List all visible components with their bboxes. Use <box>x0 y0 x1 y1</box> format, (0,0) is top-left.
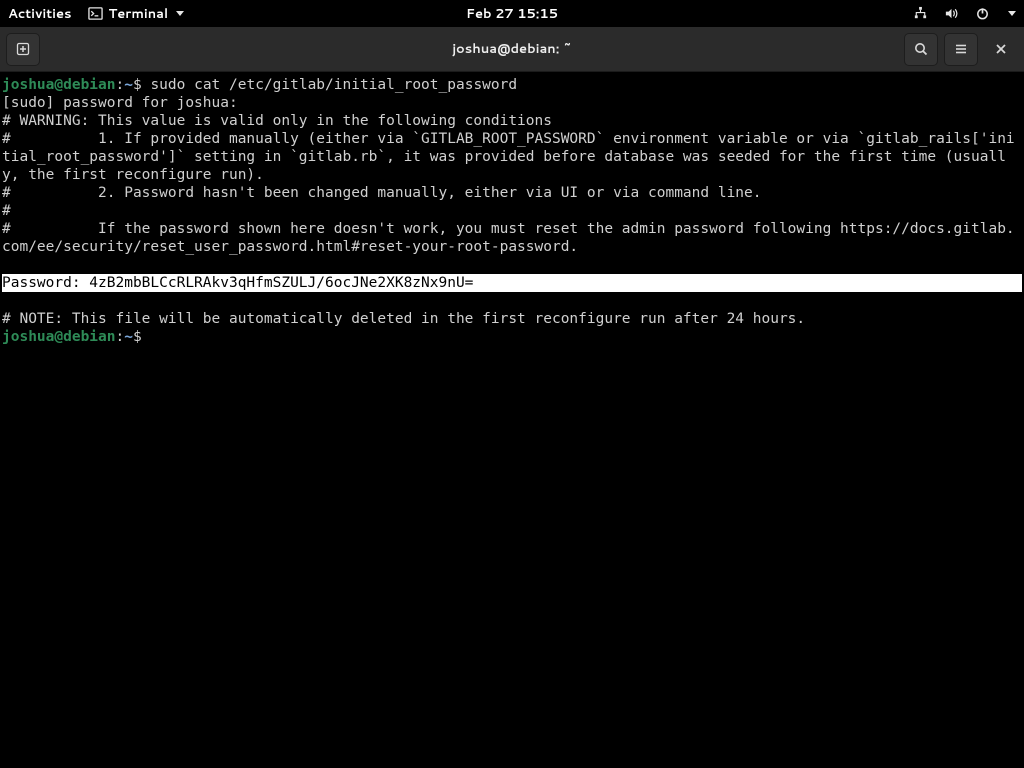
gnome-top-panel: Activities Terminal Feb 27 15:15 <box>0 0 1024 27</box>
new-tab-button[interactable] <box>6 33 40 66</box>
prompt-dollar: $ <box>133 329 150 345</box>
password-line: Password: 4zB2mbBLCcRLRAkv3qHfmSZULJ/6oc… <box>2 274 1022 292</box>
hamburger-icon <box>953 41 969 57</box>
terminal-icon <box>88 6 103 21</box>
output-line: [sudo] password for joshua: <box>2 95 238 111</box>
chevron-down-icon <box>1008 11 1016 16</box>
clock-label: Feb 27 15:15 <box>466 5 558 23</box>
menu-button[interactable] <box>944 33 978 66</box>
power-icon <box>975 6 990 21</box>
volume-icon <box>944 6 959 21</box>
chevron-down-icon <box>176 11 184 16</box>
app-menu-label: Terminal <box>109 5 169 23</box>
prompt-dollar: $ <box>133 77 150 93</box>
app-menu[interactable]: Terminal <box>88 5 185 23</box>
terminal-viewport[interactable]: joshua@debian:~$ sudo cat /etc/gitlab/in… <box>0 72 1024 768</box>
search-icon <box>913 41 929 57</box>
volume-indicator[interactable] <box>944 6 959 21</box>
terminal-window: joshua@debian: ~ joshua@debian:~$ sudo c… <box>0 27 1024 768</box>
prompt-path: ~ <box>124 329 133 345</box>
new-tab-icon <box>15 41 31 57</box>
prompt-sep: : <box>116 77 125 93</box>
output-line: # If the password shown here doesn't wor… <box>2 221 1015 255</box>
prompt-line-1: joshua@debian:~$ sudo cat /etc/gitlab/in… <box>2 77 517 93</box>
system-menu-chevron[interactable] <box>1006 11 1016 16</box>
output-line: # <box>2 203 11 219</box>
network-icon <box>913 6 928 21</box>
network-indicator[interactable] <box>913 6 928 21</box>
prompt-path: ~ <box>124 77 133 93</box>
clock[interactable]: Feb 27 15:15 <box>466 5 558 23</box>
activities-label: Activities <box>8 5 72 23</box>
prompt-userhost: joshua@debian <box>2 77 116 93</box>
close-icon <box>994 42 1008 56</box>
output-line: # NOTE: This file will be automatically … <box>2 311 805 327</box>
output-line: # WARNING: This value is valid only in t… <box>2 113 552 129</box>
output-line: # 2. Password hasn't been changed manual… <box>2 185 762 201</box>
window-title: joshua@debian: ~ <box>452 40 572 58</box>
search-button[interactable] <box>904 33 938 66</box>
close-button[interactable] <box>984 33 1018 66</box>
window-titlebar: joshua@debian: ~ <box>0 27 1024 72</box>
power-indicator[interactable] <box>975 6 990 21</box>
prompt-userhost: joshua@debian <box>2 329 116 345</box>
prompt-sep: : <box>116 329 125 345</box>
activities-button[interactable]: Activities <box>8 5 72 23</box>
prompt-line-2: joshua@debian:~$ <box>2 329 150 345</box>
output-line: # 1. If provided manually (either via `G… <box>2 131 1015 183</box>
command-text: sudo cat /etc/gitlab/initial_root_passwo… <box>150 77 517 93</box>
